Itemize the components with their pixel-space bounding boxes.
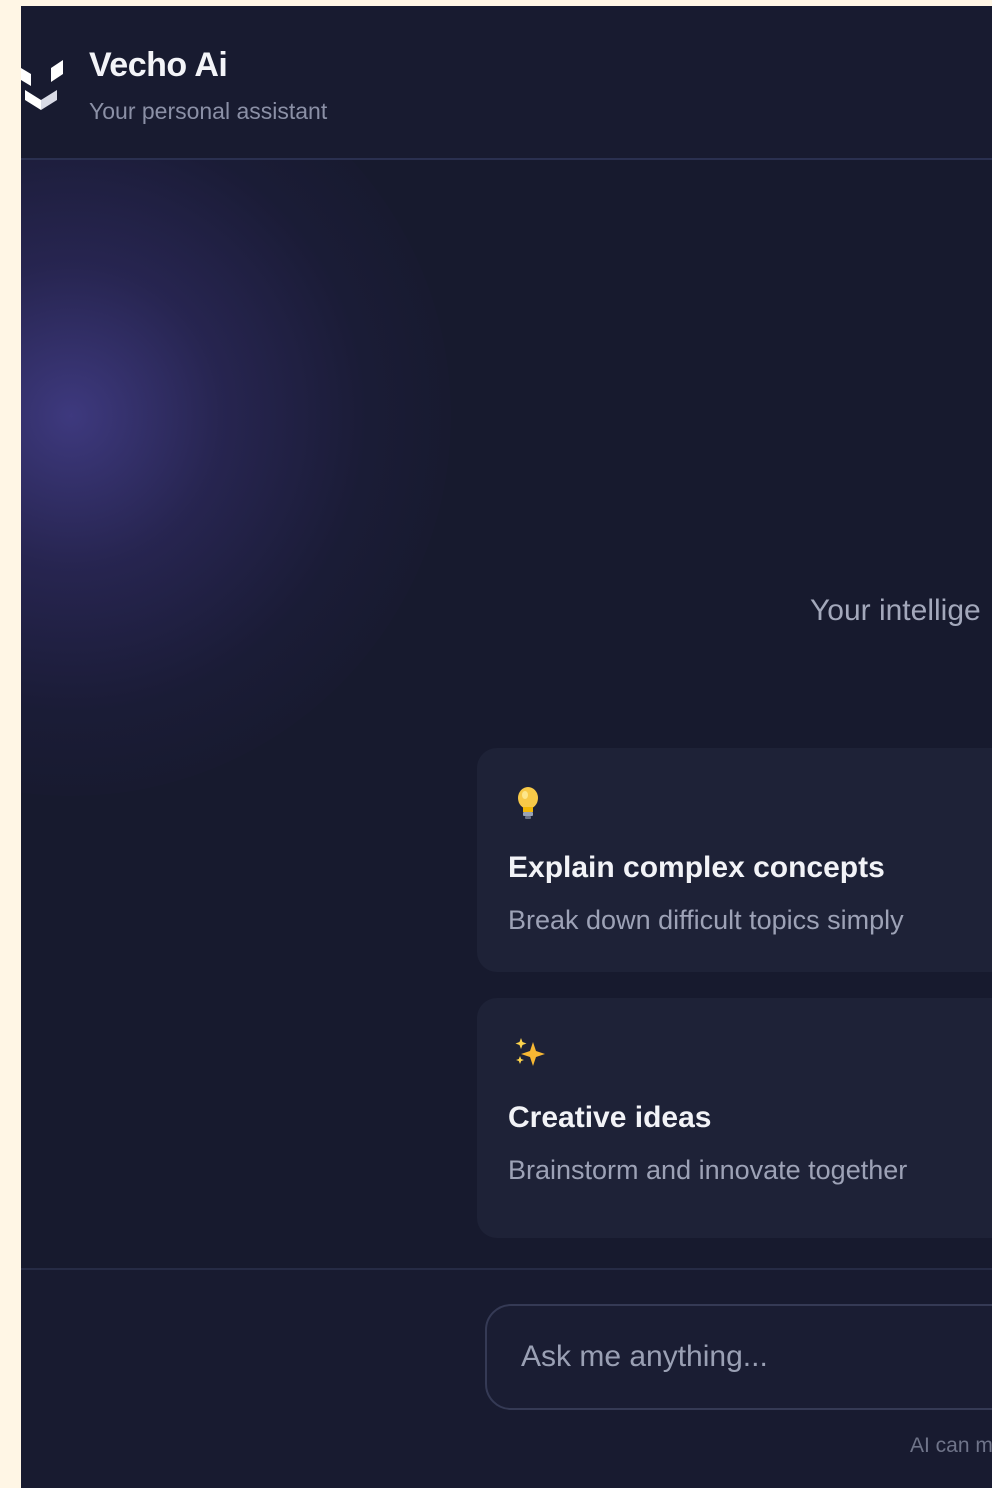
suggestion-card-creative[interactable]: Creative ideas Brainstorm and innovate t… [477, 998, 992, 1238]
sparkles-icon [515, 1038, 545, 1066]
chat-input[interactable] [519, 1306, 992, 1408]
app-window: Vecho Ai Your personal assistant Your in… [21, 6, 992, 1488]
welcome-tagline: Your intellige [810, 594, 981, 627]
app-header: Vecho Ai Your personal assistant [21, 6, 992, 160]
app-subtitle: Your personal assistant [89, 98, 328, 124]
suggestion-card-explain[interactable]: Explain complex concepts Break down diff… [477, 748, 992, 972]
suggestion-description: Brainstorm and innovate together [508, 1155, 908, 1185]
composer-area: AI can m [21, 1268, 992, 1488]
suggestion-title: Creative ideas [508, 1101, 712, 1134]
suggestion-description: Break down difficult topics simply [508, 905, 904, 935]
lightbulb-icon [518, 787, 538, 819]
vecho-logo-icon [21, 60, 63, 110]
app-title: Vecho Ai [89, 46, 228, 84]
suggestion-title: Explain complex concepts [508, 851, 885, 884]
chat-input-box[interactable] [485, 1304, 992, 1410]
ai-disclaimer: AI can m [910, 1434, 992, 1457]
